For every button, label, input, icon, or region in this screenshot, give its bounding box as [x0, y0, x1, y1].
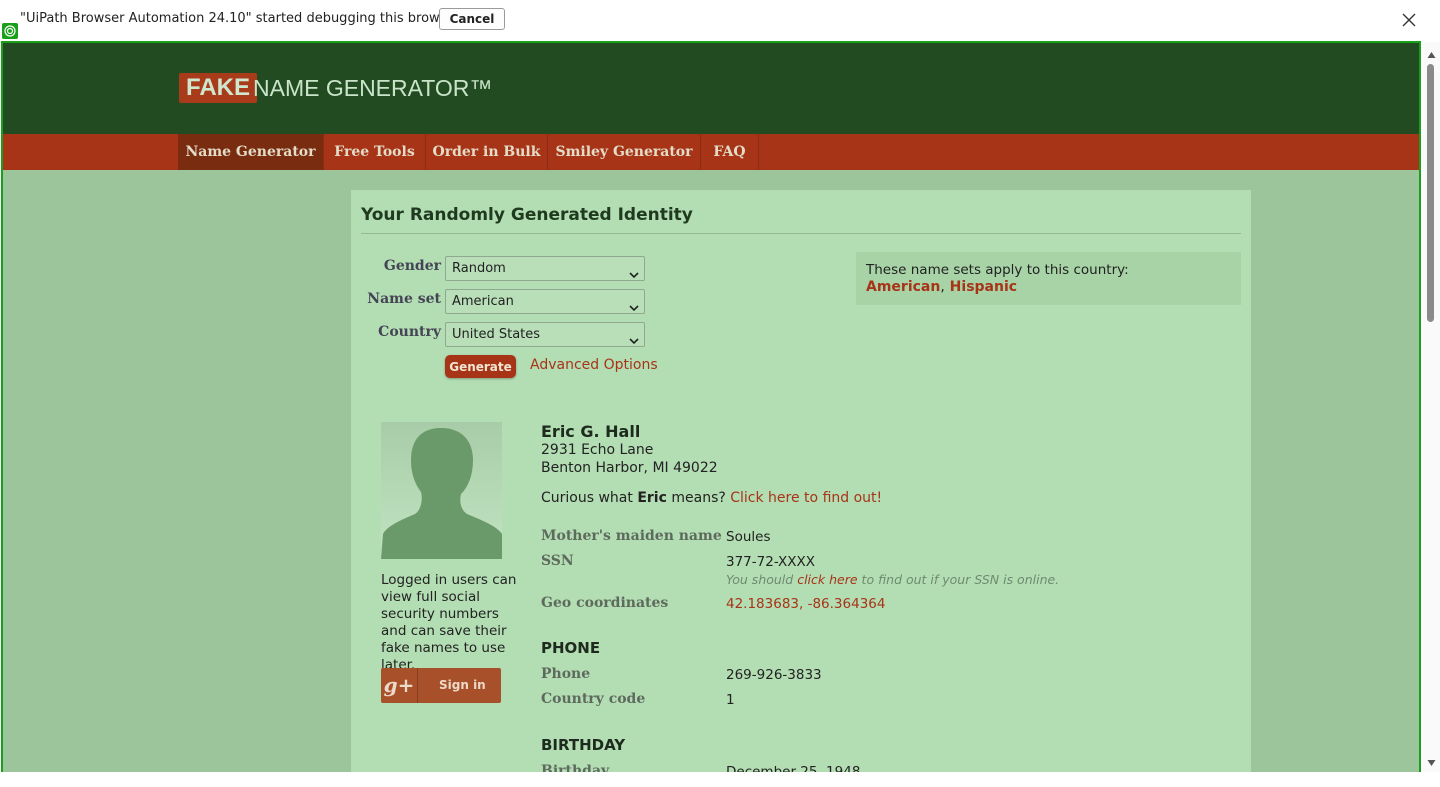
identity-name: Eric G. Hall: [541, 422, 641, 441]
google-signin-button[interactable]: g+ Sign in: [381, 668, 501, 703]
advanced-options-link[interactable]: Advanced Options: [530, 357, 658, 373]
close-icon[interactable]: [1399, 10, 1419, 30]
nameset-link-american[interactable]: American: [866, 279, 940, 295]
signin-label: Sign in: [439, 678, 486, 692]
country-select[interactable]: United States: [445, 322, 645, 347]
name-meaning-link[interactable]: Click here to find out!: [730, 490, 882, 506]
gender-select-value: Random: [452, 261, 506, 276]
country-code-label: Country code: [541, 691, 646, 707]
country-namesets-text: These name sets apply to this country:: [866, 262, 1129, 278]
ssn-note-suffix: to find out if your SSN is online.: [861, 572, 1060, 587]
nav-item-free-tools[interactable]: Free Tools: [324, 134, 426, 170]
curious-suffix: means?: [671, 490, 726, 506]
nav-item-faq[interactable]: FAQ: [701, 134, 759, 170]
nav-item-smiley-generator[interactable]: Smiley Generator: [548, 134, 701, 170]
phone-label: Phone: [541, 666, 591, 682]
gender-select[interactable]: Random: [445, 256, 645, 281]
ssn-note: You should click here to find out if you…: [726, 572, 1059, 587]
gender-label: Gender: [383, 258, 441, 274]
country-select-value: United States: [452, 327, 541, 342]
logo-fake[interactable]: FAKE: [179, 73, 258, 103]
nameset-select-value: American: [452, 294, 514, 309]
name-meaning-line: Curious what Eric means? Click here to f…: [541, 490, 882, 506]
bottom-edge: [0, 772, 1440, 787]
debug-message: "UiPath Browser Automation 24.10" starte…: [20, 11, 460, 26]
maiden-name-label: Mother's maiden name: [541, 528, 722, 544]
page-title: Your Randomly Generated Identity: [361, 205, 693, 225]
site-header: FAKE NAME GENERATOR™: [3, 43, 1419, 134]
debug-banner: "UiPath Browser Automation 24.10" starte…: [0, 0, 1440, 42]
country-code-value: 1: [726, 692, 735, 708]
title-divider: [361, 233, 1241, 234]
country-namesets-box: These name sets apply to this country: A…: [856, 252, 1241, 305]
ssn-value: 377-72-XXXX: [726, 554, 816, 570]
nameset-separator: ,: [940, 279, 945, 295]
phone-value: 269-926-3833: [726, 667, 822, 683]
phone-heading: PHONE: [541, 639, 601, 657]
curious-name: Eric: [637, 490, 667, 506]
ssn-label: SSN: [541, 553, 574, 569]
geo-label: Geo coordinates: [541, 595, 669, 611]
maiden-name-value: Soules: [726, 529, 771, 545]
login-info-text: Logged in users can view full social sec…: [381, 572, 517, 673]
nameset-link-hispanic[interactable]: Hispanic: [950, 279, 1017, 295]
google-plus-icon: g+: [381, 668, 418, 703]
identity-panel: Your Randomly Generated Identity Gender …: [351, 190, 1251, 783]
nav-item-name-generator[interactable]: Name Generator: [178, 134, 324, 170]
logo-name-generator[interactable]: NAME GENERATOR™: [253, 73, 492, 103]
country-label: Country: [378, 324, 441, 340]
cancel-debug-button[interactable]: Cancel: [439, 8, 505, 30]
page-scrollbar[interactable]: [1423, 42, 1440, 772]
nameset-label: Name set: [367, 291, 441, 307]
birthday-heading: BIRTHDAY: [541, 736, 626, 754]
address-line2: Benton Harbor, MI 49022: [541, 460, 718, 476]
chevron-down-icon: [629, 330, 639, 345]
scroll-up-icon[interactable]: [1427, 48, 1436, 58]
chevron-down-icon: [629, 264, 639, 279]
generate-button[interactable]: Generate: [445, 355, 516, 378]
main-nav: Name Generator Free Tools Order in Bulk …: [3, 134, 1419, 170]
nav-item-order-in-bulk[interactable]: Order in Bulk: [426, 134, 548, 170]
ssn-check-link[interactable]: click here: [797, 572, 857, 587]
ssn-note-prefix: You should: [726, 572, 794, 587]
address-line1: 2931 Echo Lane: [541, 442, 654, 458]
curious-prefix: Curious what: [541, 490, 633, 506]
target-icon: [2, 23, 18, 39]
scroll-thumb[interactable]: [1427, 64, 1434, 322]
chevron-down-icon: [629, 297, 639, 312]
page-viewport: FAKE NAME GENERATOR™ Name Generator Free…: [1, 41, 1421, 785]
scroll-down-icon[interactable]: [1427, 756, 1436, 766]
avatar-silhouette-icon: [381, 422, 502, 559]
nameset-select[interactable]: American: [445, 289, 645, 314]
geo-coordinates-link[interactable]: 42.183683, -86.364364: [726, 596, 885, 612]
